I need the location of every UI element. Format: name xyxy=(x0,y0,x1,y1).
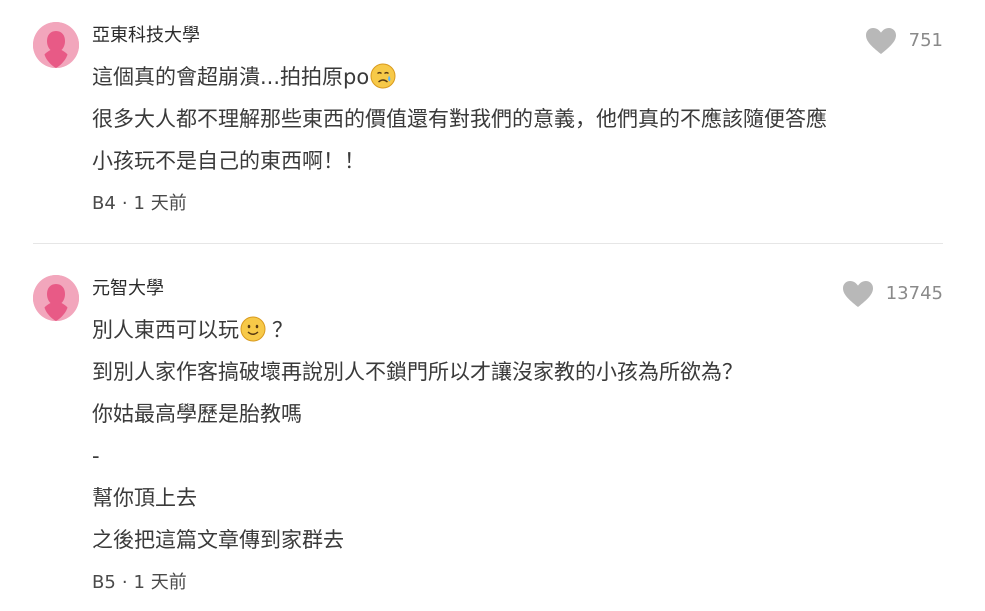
comment-line: 之後把這篇文章傳到家群去 xyxy=(92,528,344,552)
like-count: 751 xyxy=(908,30,943,51)
comment-line: 小孩玩不是自己的東西啊！！ xyxy=(92,149,365,173)
comment-meta: B5 · 1 天前 xyxy=(92,571,187,595)
author-name[interactable]: 元智大學 xyxy=(92,277,164,301)
comment-line: 到別人家作客搞破壞再說別人不鎖門所以才讓沒家教的小孩為所欲為？ xyxy=(92,360,743,384)
timestamp: 1 天前 xyxy=(133,572,187,593)
comment-line: 很多大人都不理解那些東西的價值還有對我們的意義，他們真的不應該隨便答應 xyxy=(92,107,827,131)
avatar[interactable] xyxy=(33,22,79,68)
female-avatar-icon xyxy=(33,22,79,68)
like-count: 13745 xyxy=(885,283,943,304)
divider xyxy=(33,243,943,244)
floor-number[interactable]: B5 xyxy=(92,572,116,593)
heart-icon xyxy=(865,28,896,54)
comment-line: 這個真的會超崩潰...拍拍原po xyxy=(92,62,396,92)
meta-separator: · xyxy=(121,193,128,214)
timestamp: 1 天前 xyxy=(133,193,187,214)
female-avatar-icon xyxy=(33,275,79,321)
comment-text-suffix: ？ xyxy=(272,318,293,342)
comment-meta: B4 · 1 天前 xyxy=(92,192,187,216)
author-name[interactable]: 亞東科技大學 xyxy=(92,24,200,48)
smiling-face-emoji xyxy=(240,316,266,342)
floor-number[interactable]: B4 xyxy=(92,193,116,214)
comment-line: 幫你頂上去 xyxy=(92,486,197,510)
avatar[interactable] xyxy=(33,275,79,321)
heart-icon xyxy=(842,281,873,307)
like-button[interactable]: 13745 xyxy=(842,280,943,308)
comment-line: 你姑最高學歷是胎教嗎 xyxy=(92,402,302,426)
comment-text: 這個真的會超崩潰...拍拍原po xyxy=(92,65,370,89)
meta-separator: · xyxy=(121,572,128,593)
comment-line: - xyxy=(92,444,100,468)
crying-face-emoji xyxy=(370,63,396,89)
like-button[interactable]: 751 xyxy=(865,27,943,55)
comment-line: 別人東西可以玩 ？ xyxy=(92,315,293,345)
comment-text: 別人東西可以玩 xyxy=(92,318,239,342)
